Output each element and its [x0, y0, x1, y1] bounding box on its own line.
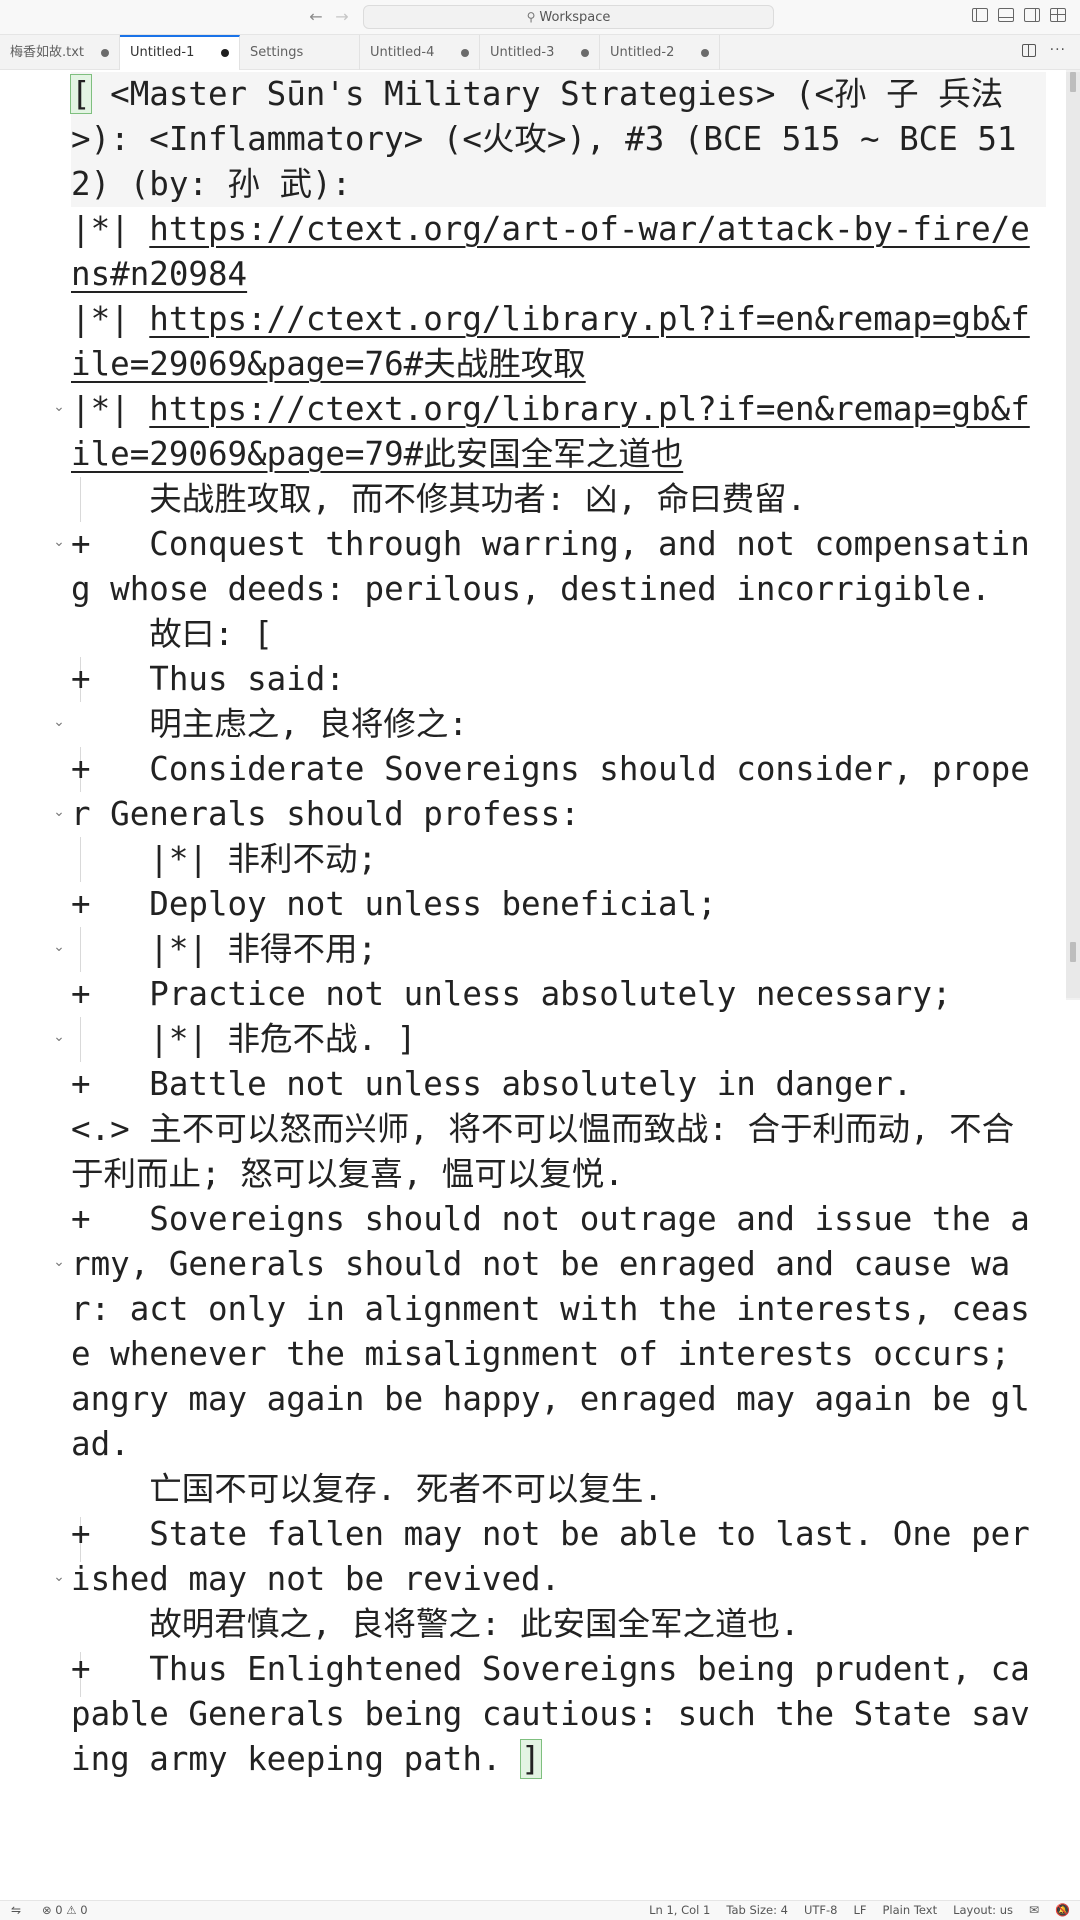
editor-line: + Considerate Sovereigns should consider…: [71, 750, 1030, 833]
language-mode[interactable]: Plain Text: [883, 1901, 938, 1920]
editor-line: + Thus said:: [71, 660, 345, 698]
editor-line: + Conquest through warring, and not comp…: [71, 525, 1030, 608]
tab-size[interactable]: Tab Size: 4: [726, 1901, 788, 1920]
toggle-primary-sidebar-icon[interactable]: [972, 8, 988, 22]
status-right-items: Ln 1, Col 1 Tab Size: 4 UTF-8 LF Plain T…: [649, 1901, 1070, 1920]
search-icon: ⚲: [526, 10, 536, 24]
editor-line: |*| https://ctext.org/library.pl?if=en&r…: [71, 297, 1046, 387]
editor-line: 故明君慎之, 良将警之: 此安国全军之道也.: [71, 1605, 800, 1643]
url-link[interactable]: https://ctext.org/library.pl?if=en&remap…: [71, 390, 1030, 473]
unsaved-dot-icon[interactable]: [461, 49, 469, 57]
tab-label: Untitled-3: [490, 45, 555, 60]
bracket-match-open: [: [70, 74, 92, 114]
end-of-line[interactable]: LF: [853, 1901, 866, 1920]
arrow-left-icon[interactable]: ←: [305, 6, 327, 28]
status-bar: ⇋ ⊗ 0 ⚠ 0 Ln 1, Col 1 Tab Size: 4 UTF-8 …: [0, 1900, 1080, 1920]
toggle-secondary-sidebar-icon[interactable]: [1024, 8, 1040, 22]
fold-chevron-icon[interactable]: [52, 715, 66, 729]
split-editor-icon[interactable]: [1021, 44, 1036, 57]
list-marker: |*|: [71, 300, 150, 338]
editor-line: |*| https://ctext.org/art-of-war/attack-…: [71, 207, 1046, 297]
unsaved-dot-icon[interactable]: [581, 49, 589, 57]
tab-untitled-4[interactable]: Untitled-4: [360, 35, 480, 70]
fold-chevron-icon[interactable]: [52, 805, 66, 819]
line-text: <Master Sūn's Military Strategies> (<孙 子…: [71, 75, 1017, 203]
arrow-right-icon[interactable]: →: [331, 6, 353, 28]
tab-meixiang[interactable]: 梅香如故.txt: [0, 35, 120, 70]
toggle-panel-icon[interactable]: [998, 8, 1014, 22]
tab-label: 梅香如故.txt: [10, 45, 85, 60]
fold-chevron-icon[interactable]: [52, 1030, 66, 1044]
bracket-match-close: ]: [520, 1739, 542, 1779]
unsaved-dot-icon[interactable]: [701, 49, 709, 57]
fold-chevron-icon[interactable]: [52, 1570, 66, 1584]
tab-settings[interactable]: Settings: [240, 35, 360, 70]
encoding[interactable]: UTF-8: [804, 1901, 838, 1920]
title-bar: ← → ⚲ Workspace: [0, 0, 1080, 35]
fold-chevron-icon[interactable]: [52, 400, 66, 414]
url-link[interactable]: https://ctext.org/art-of-war/attack-by-f…: [71, 210, 1030, 293]
editor-line: <.> 主不可以怒而兴师, 将不可以愠而致战: 合于利而动, 不合于利而止; 怒…: [71, 1110, 1015, 1193]
editor-line: + Sovereigns should not outrage and issu…: [71, 1200, 1030, 1463]
scrollbar-thumb[interactable]: [1066, 72, 1080, 998]
editor-line: [ <Master Sūn's Military Strategies> (<孙…: [70, 72, 1046, 207]
url-link[interactable]: https://ctext.org/library.pl?if=en&remap…: [71, 300, 1030, 383]
editor-line: 明主虑之, 良将修之:: [71, 705, 468, 743]
editor-line: + Thus Enlightened Sovereigns being prud…: [71, 1647, 1046, 1782]
problems-indicator[interactable]: ⊗ 0 ⚠ 0: [42, 1901, 88, 1920]
tab-label: Untitled-1: [130, 45, 195, 60]
tab-untitled-1[interactable]: Untitled-1: [120, 35, 240, 70]
text-editor[interactable]: [ <Master Sūn's Military Strategies> (<孙…: [0, 70, 1080, 1900]
vertical-scrollbar[interactable]: [1066, 70, 1080, 1000]
keyboard-layout[interactable]: Layout: us: [953, 1901, 1013, 1920]
editor-line: + Deploy not unless beneficial;: [71, 885, 717, 923]
editor-actions: ···: [1021, 43, 1066, 57]
tab-untitled-3[interactable]: Untitled-3: [480, 35, 600, 70]
fold-chevron-icon[interactable]: [52, 940, 66, 954]
line-text: + Thus Enlightened Sovereigns being prud…: [71, 1650, 1030, 1778]
cursor-position[interactable]: Ln 1, Col 1: [649, 1901, 710, 1920]
editor-line: + Battle not unless absolutely in danger…: [71, 1065, 913, 1103]
editor-line: 亡国不可以复存. 死者不可以复生.: [71, 1470, 663, 1508]
customize-layout-icon[interactable]: [1050, 8, 1066, 22]
tab-label: Settings: [250, 45, 304, 60]
tab-label: Untitled-2: [610, 45, 675, 60]
editor-line: 故曰: [: [71, 615, 273, 653]
editor-line: |*| 非得不用;: [71, 930, 378, 968]
unsaved-dot-icon[interactable]: [221, 49, 229, 57]
list-marker: |*|: [71, 390, 150, 428]
list-marker: |*|: [71, 210, 150, 248]
editor-line: + State fallen may not be able to last. …: [71, 1515, 1030, 1598]
editor-tab-bar: 梅香如故.txt Untitled-1 Settings Untitled-4 …: [0, 35, 1080, 70]
remote-icon[interactable]: ⇋: [0, 1901, 32, 1920]
editor-line: + Practice not unless absolutely necessa…: [71, 975, 952, 1013]
editor-line: |*| https://ctext.org/library.pl?if=en&r…: [71, 387, 1046, 477]
editor-line: |*| 非危不战. ]: [71, 1020, 417, 1058]
bell-slash-icon[interactable]: 🔕: [1055, 1901, 1070, 1920]
fold-chevron-icon[interactable]: [52, 1255, 66, 1269]
more-actions-icon[interactable]: ···: [1050, 43, 1066, 57]
tab-untitled-2[interactable]: Untitled-2: [600, 35, 720, 70]
editor-line: |*| 非利不动;: [71, 840, 378, 878]
editor-line: 夫战胜攻取, 而不修其功者: 凶, 命曰费留.: [71, 480, 807, 518]
command-center-label: Workspace: [539, 10, 611, 25]
tab-label: Untitled-4: [370, 45, 435, 60]
feedback-icon[interactable]: ✉: [1029, 1901, 1039, 1920]
fold-chevron-icon[interactable]: [52, 535, 66, 549]
layout-controls: [972, 8, 1066, 26]
unsaved-dot-icon[interactable]: [101, 49, 109, 57]
command-center-search[interactable]: ⚲ Workspace: [363, 5, 774, 29]
scrollbar-marker: [1070, 72, 1076, 92]
editor-lines: [ <Master Sūn's Military Strategies> (<孙…: [70, 72, 1046, 1782]
scrollbar-marker: [1070, 942, 1076, 962]
